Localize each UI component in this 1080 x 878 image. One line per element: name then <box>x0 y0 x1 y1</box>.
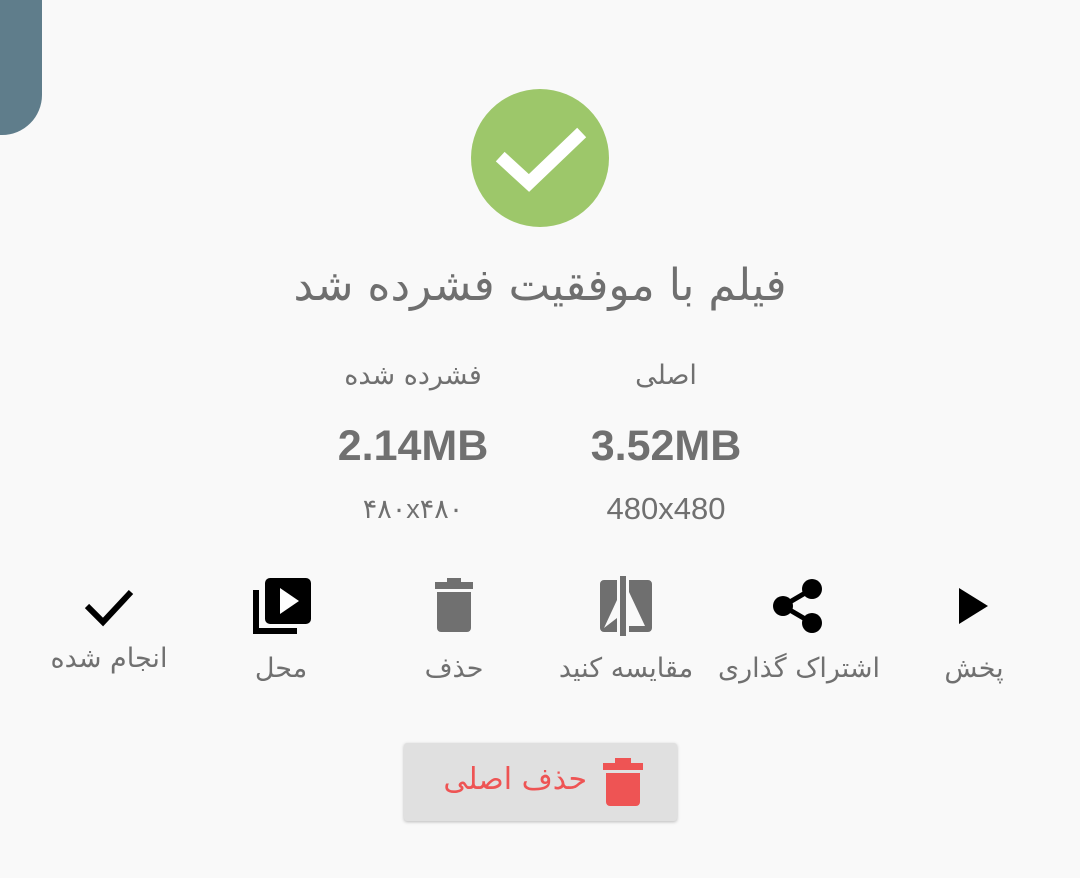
done-label: انجام شده <box>50 643 168 674</box>
location-label: محل <box>254 653 308 684</box>
video-library-icon <box>253 578 311 634</box>
trash-icon <box>435 578 473 632</box>
original-resolution: 480x480 <box>606 491 726 526</box>
trash-icon <box>603 758 643 806</box>
original-size: 3.52MB <box>590 422 742 470</box>
success-check-icon <box>471 89 609 227</box>
delete-label: حذف <box>424 653 484 684</box>
play-label: پخش <box>944 653 1004 684</box>
delete-button[interactable]: حذف <box>369 572 539 688</box>
compare-icon <box>600 576 652 636</box>
compressed-resolution: ۴۸۰x۴۸۰ <box>362 494 464 524</box>
play-button[interactable]: پخش <box>889 572 1059 688</box>
compressed-label: فشرده شده <box>344 360 482 391</box>
delete-original-button[interactable]: حذف اصلی <box>404 743 677 821</box>
location-button[interactable]: محل <box>196 572 366 688</box>
compare-button[interactable]: مقایسه کنید <box>541 572 711 688</box>
compressed-size: 2.14MB <box>337 422 489 470</box>
delete-original-label: حذف اصلی <box>443 762 587 797</box>
original-label: اصلی <box>635 360 697 391</box>
compare-label: مقایسه کنید <box>558 653 694 684</box>
check-icon <box>84 589 134 627</box>
share-button[interactable]: اشتراک گذاری <box>714 572 884 688</box>
share-label: اشتراک گذاری <box>717 653 881 684</box>
page-title: فیلم با موفقیت فشرده شد <box>293 260 787 311</box>
done-button[interactable]: انجام شده <box>24 572 194 678</box>
side-drawer-handle[interactable] <box>0 0 42 135</box>
share-icon <box>773 579 822 633</box>
play-icon <box>959 588 988 624</box>
